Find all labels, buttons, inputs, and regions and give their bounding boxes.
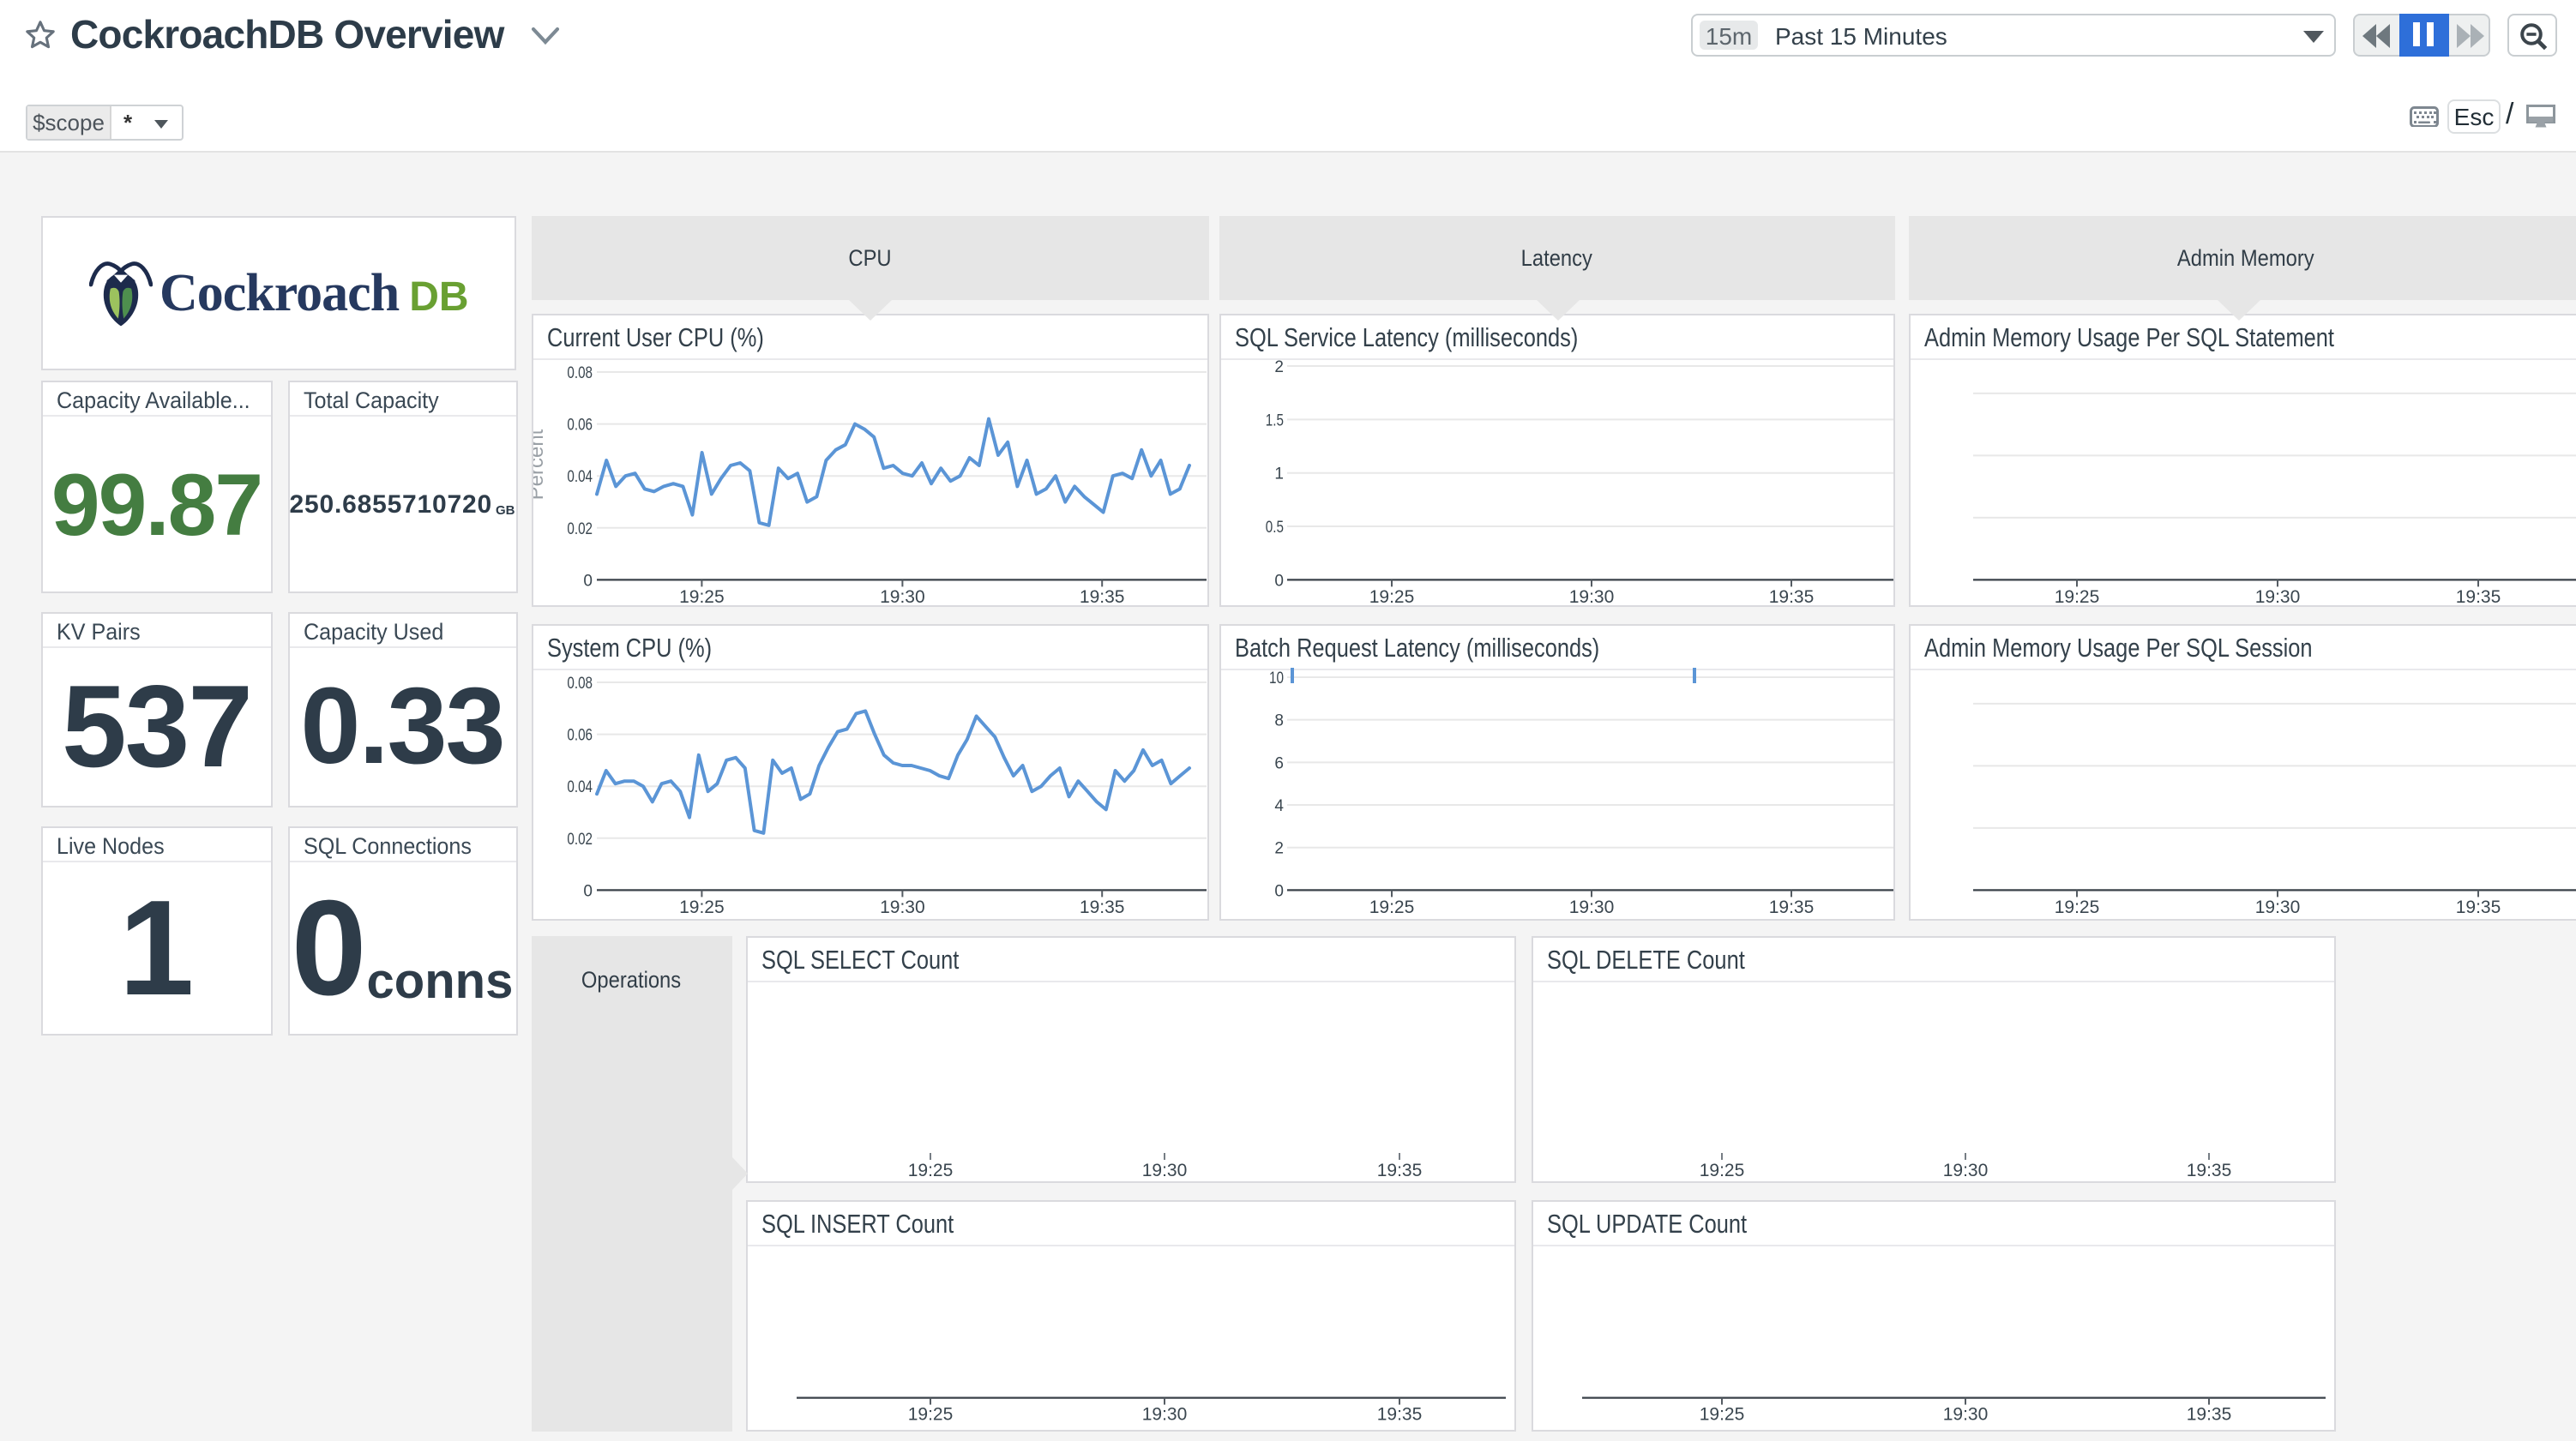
svg-text:19:35: 19:35: [2455, 898, 2501, 917]
svg-text:4: 4: [1273, 797, 1283, 815]
svg-text:0.06: 0.06: [567, 727, 593, 745]
svg-text:0.06: 0.06: [567, 416, 593, 434]
svg-text:0: 0: [583, 882, 593, 900]
svg-text:8: 8: [1273, 712, 1283, 730]
svg-text:19:30: 19:30: [1943, 1160, 1989, 1180]
svg-text:2: 2: [1273, 840, 1283, 858]
svg-text:19:30: 19:30: [1142, 1160, 1188, 1180]
svg-text:19:25: 19:25: [1369, 586, 1414, 605]
svg-text:0.04: 0.04: [567, 467, 593, 485]
svg-text:0.5: 0.5: [1265, 518, 1283, 536]
svg-text:19:30: 19:30: [1568, 586, 1614, 605]
svg-text:0.04: 0.04: [567, 778, 593, 796]
svg-text:19:35: 19:35: [1768, 898, 1814, 917]
svg-text:19:30: 19:30: [1943, 1405, 1989, 1425]
svg-text:19:25: 19:25: [2054, 586, 2099, 605]
svg-text:19:30: 19:30: [880, 898, 925, 917]
svg-text:Percent: Percent: [533, 428, 548, 499]
svg-text:0: 0: [583, 571, 593, 589]
svg-text:19:35: 19:35: [1080, 586, 1125, 605]
svg-text:0.08: 0.08: [567, 363, 593, 381]
svg-text:19:35: 19:35: [1768, 586, 1814, 605]
svg-text:19:25: 19:25: [679, 586, 725, 605]
svg-text:19:35: 19:35: [2455, 586, 2501, 605]
svg-text:0.02: 0.02: [567, 519, 593, 537]
svg-text:2: 2: [1273, 357, 1283, 375]
svg-text:19:25: 19:25: [1369, 898, 1414, 917]
svg-text:19:35: 19:35: [2187, 1405, 2232, 1425]
svg-text:0: 0: [1273, 882, 1283, 900]
svg-text:6: 6: [1273, 754, 1283, 772]
svg-text:19:30: 19:30: [1568, 898, 1614, 917]
svg-text:19:30: 19:30: [1142, 1405, 1188, 1425]
svg-text:19:25: 19:25: [2054, 898, 2099, 917]
svg-text:19:25: 19:25: [1700, 1160, 1745, 1180]
svg-text:1: 1: [1273, 465, 1283, 483]
svg-text:19:30: 19:30: [2254, 586, 2300, 605]
svg-text:19:25: 19:25: [908, 1405, 954, 1425]
svg-text:19:35: 19:35: [1080, 898, 1125, 917]
svg-text:19:30: 19:30: [2254, 898, 2300, 917]
svg-text:10: 10: [1268, 669, 1283, 687]
svg-text:0.02: 0.02: [567, 831, 593, 849]
svg-text:0.08: 0.08: [567, 675, 593, 693]
svg-text:19:30: 19:30: [880, 586, 925, 605]
svg-text:19:25: 19:25: [908, 1160, 954, 1180]
svg-text:19:25: 19:25: [679, 898, 725, 917]
svg-text:19:35: 19:35: [2187, 1160, 2232, 1180]
svg-text:1.5: 1.5: [1265, 411, 1283, 429]
svg-text:19:25: 19:25: [1700, 1405, 1745, 1425]
svg-text:19:35: 19:35: [1377, 1405, 1423, 1425]
svg-text:19:35: 19:35: [1377, 1160, 1423, 1180]
svg-text:0: 0: [1273, 571, 1283, 589]
